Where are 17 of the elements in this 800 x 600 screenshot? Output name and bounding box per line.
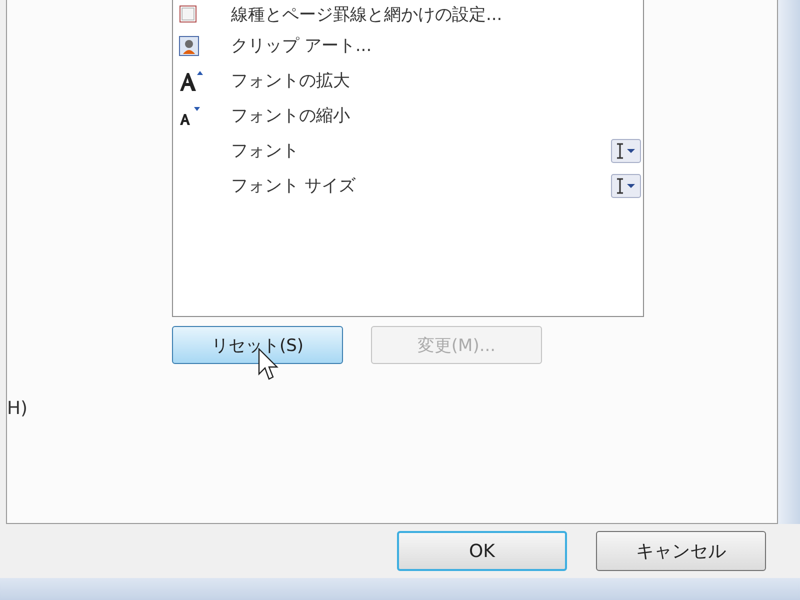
list-button[interactable]: リセット(S)	[172, 326, 343, 364]
command-label: フォントの縮小	[231, 105, 350, 127]
grow-font-icon	[179, 70, 203, 92]
command-list[interactable]: 線種とページ罫線と網かけの設定... クリップ アート... フォントの拡大 フォントの縮小 フォント フォント サイズ	[172, 0, 644, 317]
ok-button[interactable]: OK	[397, 531, 567, 571]
text-box-icon	[611, 138, 641, 162]
clipart-icon	[179, 36, 199, 56]
cancel-button[interactable]: キャンセル	[596, 531, 766, 571]
command-label: フォント	[231, 140, 299, 162]
page-border-icon	[179, 5, 197, 23]
command-label: フォント サイズ	[231, 175, 356, 197]
option-label: H)	[7, 398, 28, 419]
command-label: フォントの拡大	[231, 70, 350, 92]
shrink-font-icon	[179, 106, 201, 126]
command-label: クリップ アート...	[231, 35, 372, 57]
text-box-icon	[611, 174, 641, 198]
command-label: 線種とページ罫線と網かけの設定...	[231, 4, 502, 26]
